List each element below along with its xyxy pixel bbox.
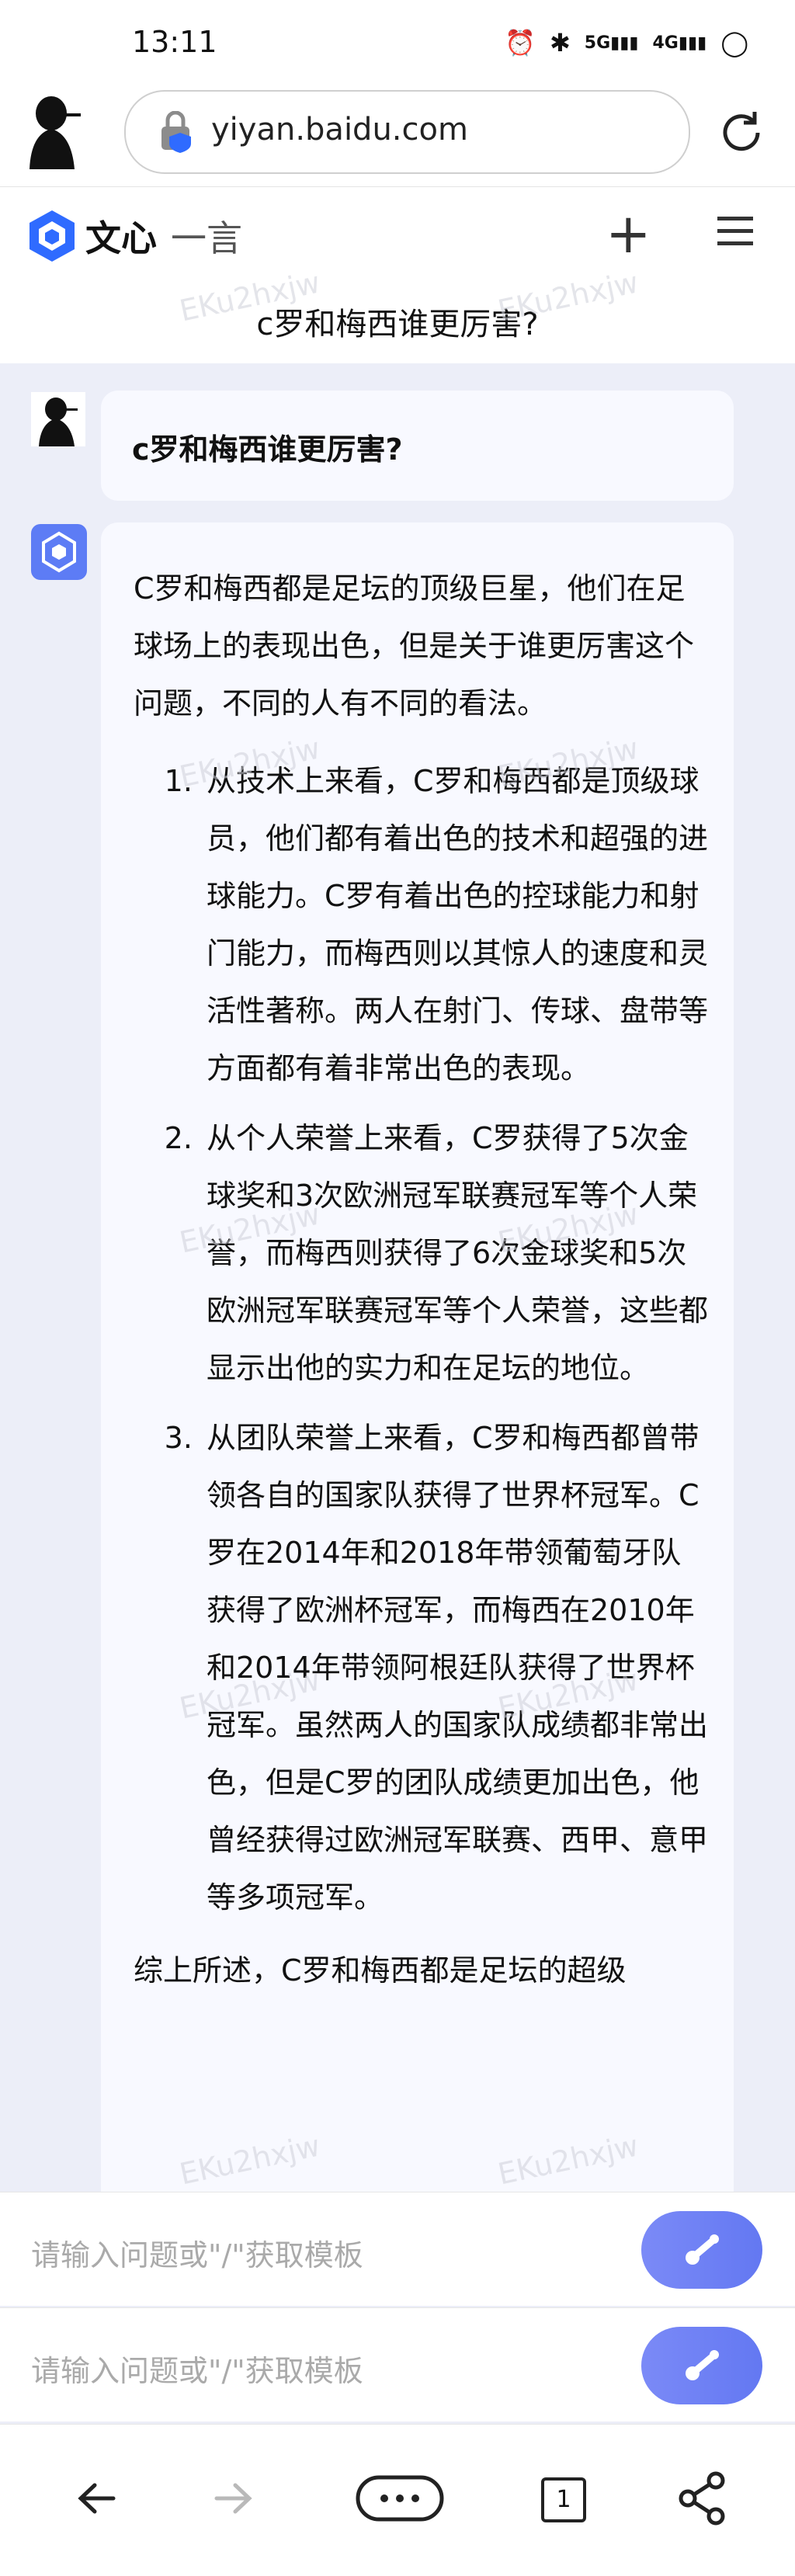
chat-input-bar[interactable]: 请输入问题或"/"获取模板 [0,2192,795,2306]
brand-suffix: 一言 [171,217,242,259]
status-bar: 13:11 ⏰ ✱ 5G▮▮▮ 4G▮▮▮ ◯ [0,0,795,85]
send-icon [686,2234,719,2265]
wenxin-logo-icon [30,210,75,262]
chat-input-placeholder: 请输入问题或"/"获取模板 [31,2238,363,2272]
profile-avatar-icon[interactable] [22,92,84,169]
url-text: yiyan.baidu.com [211,112,468,148]
browser-toolbar: yiyan.baidu.com [0,85,795,186]
bot-message-content: C罗和梅西都是足坛的顶级巨星，他们在足球场上的表现出色，但是关于谁更厉害这个问题… [134,560,708,2019]
bot-points-list: 从技术上来看，C罗和梅西都是顶级球员，他们都有着出色的技术和超强的进球能力。C罗… [134,752,708,1926]
bot-point-2: 从个人荣誉上来看，C罗获得了5次金球奖和3次欧洲冠军联赛冠军等个人荣誉，而梅西则… [202,1109,708,1397]
more-options-icon[interactable] [353,2463,446,2533]
chat-input-placeholder: 请输入问题或"/"获取模板 [31,2354,363,2388]
back-icon[interactable] [62,2463,132,2533]
reload-icon[interactable] [714,106,769,160]
bot-point-1: 从技术上来看，C罗和梅西都是顶级球员，他们都有着出色的技术和超强的进球能力。C罗… [202,752,708,1097]
5g-signal-icon: 5G▮▮▮ [584,33,639,53]
user-avatar-icon [31,392,85,446]
battery-icon: ◯ [720,28,748,57]
browser-bottom-nav: 1 [0,2424,795,2576]
conversation-title: c罗和梅西谁更厉害? [0,286,795,363]
bot-conclusion: 综上所述，C罗和梅西都是足坛的超级 [134,1953,627,1988]
tabs-button[interactable]: 1 [528,2463,598,2533]
4g-signal-icon: 4G▮▮▮ [652,33,707,53]
bot-point-3: 从团队荣誉上来看，C罗和梅西都曾带领各自的国家队获得了世界杯冠军。C罗在2014… [202,1409,708,1926]
user-message-text: c罗和梅西谁更厉害? [132,432,403,467]
user-message-bubble: c罗和梅西谁更厉害? [101,391,734,501]
new-chat-button[interactable]: + [606,203,651,265]
brand-name: 文心 [85,217,157,259]
lock-icon [161,111,191,153]
bluetooth-icon: ✱ [549,28,571,57]
send-button[interactable] [641,2327,762,2404]
menu-icon[interactable] [714,210,756,252]
status-time: 13:11 [132,25,217,59]
address-bar[interactable]: yiyan.baidu.com [124,90,690,174]
alarm-icon: ⏰ [505,28,536,57]
chat-input-bar-secondary[interactable]: 请输入问题或"/"获取模板 [0,2307,795,2422]
status-icons: ⏰ ✱ 5G▮▮▮ 4G▮▮▮ ◯ [505,28,748,57]
share-icon[interactable] [668,2463,738,2533]
send-icon [686,2350,719,2380]
tab-count: 1 [541,2477,586,2522]
app-header: 文心 一言 + [0,186,795,287]
bot-avatar-icon [31,524,87,580]
send-button[interactable] [641,2211,762,2289]
forward-icon[interactable] [198,2463,268,2533]
bot-message-bubble: C罗和梅西都是足坛的顶级巨星，他们在足球场上的表现出色，但是关于谁更厉害这个问题… [101,522,734,2215]
bot-intro: C罗和梅西都是足坛的顶级巨星，他们在足球场上的表现出色，但是关于谁更厉害这个问题… [134,571,695,720]
